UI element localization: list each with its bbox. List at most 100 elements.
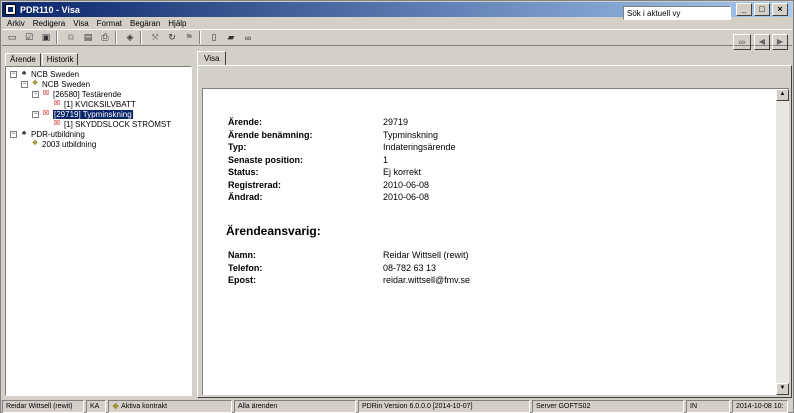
field-label: Registrerad: — [228, 179, 282, 190]
menu-begaran[interactable]: Begäran — [126, 19, 164, 28]
field-label: Epost: — [228, 275, 256, 285]
status-version: PDRin Version 6.0.0.0 [2014-10-07] — [358, 399, 530, 413]
book-icon[interactable]: ◈ — [123, 31, 137, 44]
checkbox-icon[interactable]: ☑ — [22, 31, 36, 44]
paste-icon[interactable]: ▤ — [81, 31, 95, 44]
toolbar-separator — [140, 31, 142, 44]
binoculars-icon[interactable]: ∞ — [241, 31, 255, 44]
field-value: Reidar Wittsell (rewit) — [383, 250, 469, 260]
field-value: 08-782 63 13 — [383, 262, 437, 273]
tree-node[interactable]: − ♣ NCB Sweden — [8, 69, 189, 79]
section-title-responsible: Ärendeansvarig: — [226, 224, 321, 238]
menu-hjalp[interactable]: Hjälp — [164, 19, 190, 28]
search-binoculars-button[interactable]: ∞ — [733, 34, 751, 50]
field-value: 2010-06-08 — [383, 192, 430, 202]
collapse-icon[interactable]: − — [32, 110, 39, 118]
field-typ: Typ: Indateringsärende — [228, 142, 456, 154]
item-icon: ☒ — [53, 120, 61, 127]
status-mode: IN — [686, 399, 730, 413]
status-server: Server GOFTS02 — [532, 399, 684, 413]
field-value: 29719 — [383, 117, 409, 127]
collapse-icon[interactable]: − — [32, 90, 39, 98]
field-label: Typ: — [228, 142, 247, 152]
search-input[interactable] — [623, 6, 731, 20]
app-window: PDR110 - Visa _ □ × Arkiv Redigera Visa … — [0, 0, 794, 413]
field-value[interactable]: reidar.wittsell@fmv.se — [383, 275, 470, 287]
folder-icon[interactable]: ▰ — [224, 31, 238, 44]
status-contract: ❖ Aktiva kontrakt — [108, 399, 232, 413]
field-value: Ej korrekt — [383, 167, 422, 177]
nav-forward-button[interactable]: ▶ — [772, 34, 788, 50]
maximize-button[interactable]: □ — [754, 3, 770, 16]
menu-redigera[interactable]: Redigera — [29, 19, 69, 28]
field-value: Indateringsärende — [383, 142, 456, 152]
tree-node[interactable]: ❖ 2003 utbildning — [8, 139, 189, 149]
new-document-icon[interactable]: ▭ — [5, 31, 19, 44]
tab-arende[interactable]: Ärende — [5, 53, 41, 66]
field-label: Ärende: — [228, 117, 263, 127]
field-label: Ändrad: — [228, 192, 263, 202]
tool-b-icon[interactable]: ⚑ — [182, 31, 196, 44]
detail-view: Ärende: 29719 Ärende benämning: Typminsk… — [202, 88, 776, 395]
field-telefon: Telefon: 08-782 63 13 — [228, 263, 436, 275]
scroll-up-icon[interactable]: ▲ — [776, 89, 789, 101]
save-icon[interactable]: ▣ — [39, 31, 53, 44]
tree-node-label: [1] KVICKSILVBATT — [64, 99, 136, 109]
case-tree: − ♣ NCB Sweden − ❖ NCB Sweden − ☒ [26580… — [5, 66, 192, 396]
tree-node[interactable]: − ☒ [26580] Testärende — [8, 89, 189, 99]
tree-node[interactable]: − ♣ PDR-utbildning — [8, 129, 189, 139]
collapse-icon[interactable]: − — [10, 130, 17, 138]
tree-node-label-selected: [29719] Typminskning — [53, 109, 133, 119]
minimize-button[interactable]: _ — [736, 3, 752, 16]
contract-icon: ❖ — [112, 401, 120, 411]
toolbar-separator — [115, 31, 117, 44]
toolbar-separator — [56, 31, 58, 44]
vertical-scrollbar[interactable]: ▲ ▼ — [776, 88, 789, 395]
collapse-icon[interactable]: − — [21, 80, 28, 88]
toolbar-separator — [199, 31, 201, 44]
right-tab-bar: Visa — [197, 51, 227, 65]
status-contract-label: Aktiva kontrakt — [121, 402, 168, 410]
field-benamning: Ärende benämning: Typminskning — [228, 130, 438, 142]
field-label: Telefon: — [228, 262, 263, 273]
scroll-down-icon[interactable]: ▼ — [776, 383, 789, 395]
field-value: Typminskning — [383, 129, 439, 140]
tree-node-label: NCB Sweden — [42, 79, 91, 89]
field-andrad: Ändrad: 2010-06-08 — [228, 192, 429, 204]
menu-visa[interactable]: Visa — [69, 19, 92, 28]
tree-node-label: NCB Sweden — [31, 69, 80, 79]
item-icon: ☒ — [53, 100, 61, 107]
refresh-icon[interactable]: ↻ — [165, 31, 179, 44]
copy-icon[interactable]: ⧉ — [64, 31, 78, 44]
window-title: PDR110 - Visa — [20, 4, 80, 15]
case-icon: ☒ — [42, 110, 50, 117]
menu-format[interactable]: Format — [93, 19, 126, 28]
field-registrerad: Registrerad: 2010-06-08 — [228, 180, 429, 192]
field-arende: Ärende: 29719 — [228, 117, 408, 129]
tree-node[interactable]: ☒ [1] KVICKSILVBATT — [8, 99, 189, 109]
organization-icon: ♣ — [21, 130, 27, 137]
panel-splitter[interactable] — [193, 49, 196, 399]
toolbar: ▭ ☑ ▣ ⧉ ▤ ⎙ ◈ ⚒ ↻ ⚑ ▯ ▰ ∞ — [2, 29, 792, 46]
status-filter: Alla ärenden — [234, 399, 356, 413]
menu-arkiv[interactable]: Arkiv — [2, 19, 29, 28]
collapse-icon[interactable]: − — [10, 70, 17, 78]
close-button[interactable]: × — [772, 3, 788, 16]
print-icon[interactable]: ⎙ — [98, 31, 112, 44]
page-icon[interactable]: ▯ — [207, 31, 221, 44]
field-label: Ärende benämning: — [228, 129, 313, 140]
tab-visa[interactable]: Visa — [197, 51, 227, 65]
tree-node-label: [26580] Testärende — [53, 89, 122, 99]
field-position: Senaste position: 1 — [228, 155, 388, 167]
tree-node[interactable]: − ❖ NCB Sweden — [8, 79, 189, 89]
tree-node[interactable]: − ☒ [29719] Typminskning — [8, 109, 189, 119]
nav-back-button[interactable]: ◀ — [754, 34, 770, 50]
status-datetime: 2014-10-08 10: — [732, 399, 788, 413]
app-icon — [5, 4, 16, 15]
tree-node[interactable]: ☒ [1] SKYDDSLOCK STRÖMST — [8, 119, 189, 129]
status-user: Reidar Wittsell (rewit) — [2, 399, 84, 413]
tree-node-label: PDR-utbildning — [31, 129, 85, 139]
tool-a-icon[interactable]: ⚒ — [148, 31, 162, 44]
organization-icon: ♣ — [21, 70, 27, 77]
tab-historik[interactable]: Historik — [41, 53, 79, 65]
